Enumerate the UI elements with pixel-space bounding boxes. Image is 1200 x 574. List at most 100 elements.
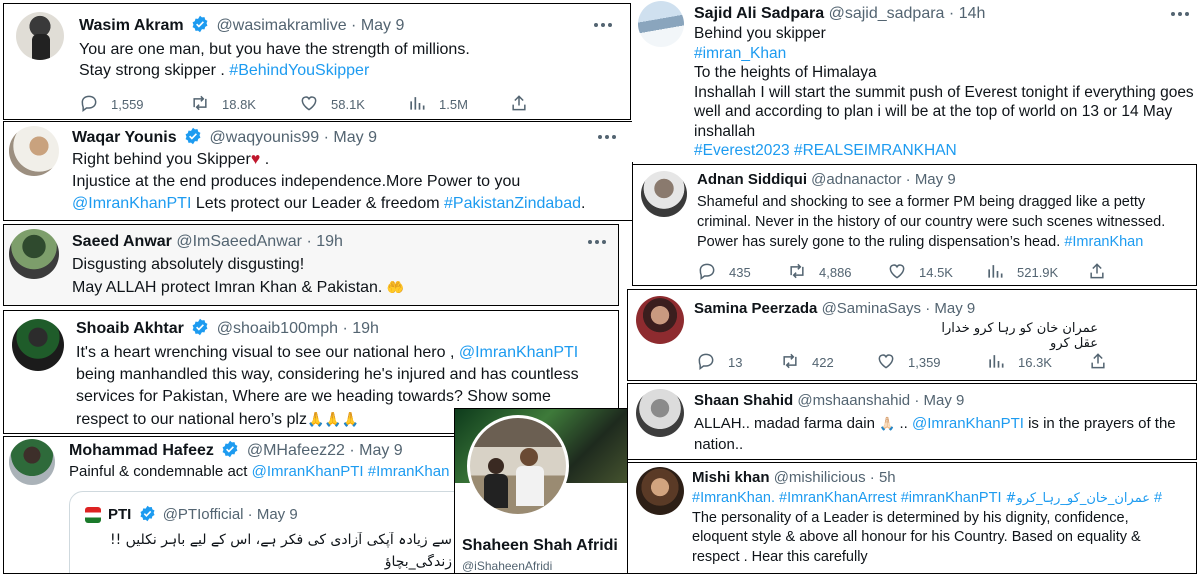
hashtag-link[interactable]: #عمران_خان_کو_رہا_کرو	[1006, 491, 1150, 506]
handle[interactable]: @wasimakramlive	[217, 17, 347, 34]
retweet-button[interactable]: 18.8K	[190, 93, 256, 113]
timestamp[interactable]: 5h	[879, 469, 896, 486]
mention-link[interactable]: @ImranKhanPTI	[252, 463, 364, 480]
hashtag-link[interactable]: #ImranKhan	[368, 463, 450, 480]
timestamp[interactable]: May 9	[333, 129, 377, 146]
like-button[interactable]: 1,359	[876, 351, 941, 371]
share-button[interactable]	[1087, 261, 1119, 281]
timestamp[interactable]: 19h	[316, 233, 343, 250]
display-name[interactable]: Samina Peerzada	[694, 300, 817, 317]
views-button[interactable]: 1.5M	[407, 93, 468, 113]
quote-text-line: سے زیادہ آپکی آزادی کی فکر ہے، اس کے لیے…	[109, 532, 452, 548]
display-name[interactable]: Mohammad Hafeez	[69, 442, 214, 459]
more-icon[interactable]	[598, 132, 618, 142]
avatar[interactable]	[636, 389, 684, 437]
timestamp[interactable]: May 9	[361, 17, 405, 34]
profile-card-shaheen[interactable]: Shaheen Shah Afridi @iShaheenAfridi	[454, 408, 628, 574]
tweet-card-wasim[interactable]: Wasim Akram @wasimakramlive · May 9 You …	[3, 3, 631, 120]
hashtag-link[interactable]: #	[1150, 490, 1162, 506]
timestamp[interactable]: 19h	[352, 320, 379, 337]
mention-link[interactable]: @ImranKhanPTI	[459, 344, 578, 361]
display-name[interactable]: Wasim Akram	[79, 17, 184, 34]
profile-avatar[interactable]	[467, 415, 569, 517]
share-button[interactable]	[509, 93, 541, 113]
separator-dot: ·	[948, 5, 959, 22]
mention-link[interactable]: @ImranKhanPTI	[912, 415, 1024, 432]
handle[interactable]: @ImSaeedAnwar	[176, 233, 302, 250]
views-button[interactable]: 521.9K	[985, 261, 1058, 281]
profile-name[interactable]: Shaheen Shah Afridi	[462, 537, 618, 555]
avatar[interactable]	[9, 229, 59, 279]
handle[interactable]: @shoaib100mph	[217, 320, 338, 337]
hashtag-link[interactable]: #PakistanZindabad	[444, 195, 581, 212]
like-button[interactable]: 14.5K	[887, 261, 953, 281]
hashtag-link[interactable]: #imran_Khan	[694, 44, 1194, 64]
avatar[interactable]	[9, 439, 55, 485]
avatar[interactable]	[638, 1, 684, 47]
text-line: services for Pakistan, Where are we head…	[76, 388, 551, 405]
share-button[interactable]	[1088, 351, 1120, 371]
handle[interactable]: @sajid_sadpara	[829, 5, 945, 22]
avatar[interactable]	[9, 126, 59, 176]
avatar[interactable]	[16, 12, 64, 60]
display-name[interactable]: Shaan Shahid	[694, 392, 793, 409]
handle[interactable]: @mishilicious	[774, 469, 866, 486]
tweet-card-hafeez[interactable]: Mohammad Hafeez @MHafeez22 · May 9 Painf…	[3, 436, 458, 574]
retweet-button[interactable]: 4,886	[787, 261, 852, 281]
quote-display-name[interactable]: PTI	[108, 506, 131, 523]
tweet-card-saeed[interactable]: Saeed Anwar @ImSaeedAnwar · 19h Disgusti…	[3, 224, 619, 306]
avatar[interactable]	[641, 171, 687, 217]
tweet-card-adnan[interactable]: Adnan Siddiqui @adnanactor · May 9 Shame…	[632, 164, 1197, 286]
quote-timestamp[interactable]: May 9	[257, 506, 298, 523]
handle[interactable]: @adnanactor	[811, 171, 901, 188]
more-icon[interactable]	[588, 237, 608, 247]
timestamp[interactable]: 14h	[959, 5, 986, 22]
quoted-tweet[interactable]: PTI @PTIofficial · May 9 سے زیادہ آپکی آ…	[69, 491, 457, 573]
hashtag-link[interactable]: #BehindYouSkipper	[229, 62, 369, 79]
timestamp[interactable]: May 9	[934, 300, 975, 317]
text-fragment: Stay strong skipper .	[79, 62, 230, 79]
more-icon[interactable]	[1171, 9, 1191, 19]
tweet-header: Shoaib Akhtar @shoaib100mph · 19h	[76, 318, 379, 339]
tweet-card-samina[interactable]: Samina Peerzada @SaminaSays · May 9 عمرا…	[627, 289, 1197, 381]
timestamp[interactable]: May 9	[915, 171, 956, 188]
display-name[interactable]: Mishi khan	[692, 469, 770, 486]
timestamp[interactable]: May 9	[359, 442, 403, 459]
text-line: To the heights of Himalaya	[694, 64, 877, 81]
handle[interactable]: @SaminaSays	[822, 300, 921, 317]
handle[interactable]: @mshaanshahid	[797, 392, 910, 409]
tweet-card-mishi[interactable]: Mishi khan @mishilicious · 5h #ImranKhan…	[627, 462, 1197, 574]
reply-button[interactable]: 13	[696, 351, 742, 371]
text-fragment: ALLAH.. madad farma dain	[694, 415, 880, 432]
display-name[interactable]: Adnan Siddiqui	[697, 171, 807, 188]
like-button[interactable]: 58.1K	[299, 93, 365, 113]
timestamp[interactable]: May 9	[924, 392, 965, 409]
mention-link[interactable]: @ImranKhanPTI	[72, 195, 191, 212]
display-name[interactable]: Waqar Younis	[72, 129, 177, 146]
handle[interactable]: @MHafeez22	[247, 442, 345, 459]
tweet-card-waqar[interactable]: Waqar Younis @waqyounis99 · May 9 Right …	[3, 121, 633, 221]
quote-handle[interactable]: @PTIofficial	[163, 506, 244, 523]
tweet-card-sajid[interactable]: Sajid Ali Sadpara @sajid_sadpara · 14h B…	[632, 0, 1198, 162]
action-bar: 435 4,886 14.5K 521.9K	[697, 261, 1187, 281]
text-line: eloquent style & above all honour for hi…	[692, 529, 1141, 545]
avatar[interactable]	[12, 319, 64, 371]
more-icon[interactable]	[594, 20, 614, 30]
tweet-header: Shaan Shahid @mshaanshahid · May 9	[694, 391, 964, 411]
handle[interactable]: @waqyounis99	[210, 129, 320, 146]
views-button[interactable]: 16.3K	[986, 351, 1052, 371]
hashtag-link[interactable]: #Everest2023 #REALSEIMRANKHAN	[694, 141, 1194, 161]
avatar[interactable]	[636, 467, 684, 515]
hashtag-link[interactable]: #ImranKhan	[1064, 234, 1143, 250]
text-fragment: respect to our national hero’s plz	[76, 411, 307, 428]
display-name[interactable]: Shoaib Akhtar	[76, 320, 184, 337]
display-name[interactable]: Sajid Ali Sadpara	[694, 5, 824, 22]
profile-handle[interactable]: @iShaheenAfridi	[462, 559, 552, 573]
avatar[interactable]	[636, 296, 684, 344]
tweet-card-shaan[interactable]: Shaan Shahid @mshaanshahid · May 9 ALLAH…	[627, 383, 1197, 460]
display-name[interactable]: Saeed Anwar	[72, 233, 172, 250]
retweet-button[interactable]: 422	[780, 351, 834, 371]
hashtag-link[interactable]: #ImranKhan. #ImranKhanArrest #imranKhanP…	[692, 490, 1001, 506]
reply-button[interactable]: 435	[697, 261, 751, 281]
reply-button[interactable]: 1,559	[79, 93, 144, 113]
